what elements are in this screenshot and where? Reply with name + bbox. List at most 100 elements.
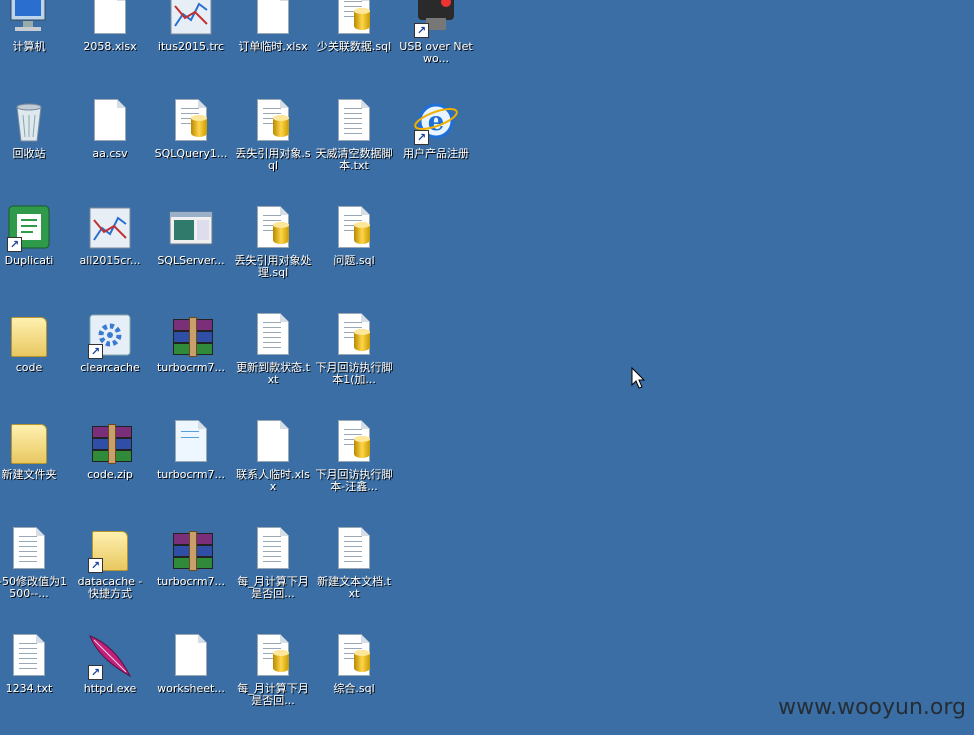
sql-file-icon [330, 418, 378, 466]
notepad-file-icon [167, 418, 215, 466]
desktop-icon[interactable]: code [0, 307, 68, 414]
desktop-icon-label: aa.csv [92, 147, 128, 160]
desktop-icon[interactable]: turbocrm7... [152, 521, 230, 628]
desktop-icon[interactable]: ↗ Duplicati [0, 200, 68, 307]
blank-file-icon [249, 0, 297, 38]
desktop-icon[interactable]: 1234.txt [0, 628, 68, 735]
sql-file-icon [330, 204, 378, 252]
desktop-icon[interactable]: ↗ datacache - 快捷方式 [71, 521, 149, 628]
folder-icon [5, 311, 53, 359]
desktop-icon-label: 1234.txt [5, 682, 53, 695]
desktop-icon[interactable]: 更新到款状态.txt [234, 307, 312, 414]
desktop-icon-label: code [15, 361, 43, 374]
desktop-icon[interactable]: SQLQuery1... [152, 93, 230, 200]
desktop-icon-label: SQLQuery1... [154, 147, 228, 160]
desktop-icon[interactable]: 下月回访执行脚本-汪鑫... [315, 414, 393, 521]
mouse-cursor-icon [631, 367, 646, 389]
icon-column-1: 计算机回收站 ↗ Duplicati code 新建文件夹 2-50修改值为1500--.… [0, 0, 68, 735]
sql-file-icon [249, 632, 297, 680]
text-file-icon [330, 525, 378, 573]
desktop-icon[interactable]: all2015cr... [71, 200, 149, 307]
desktop-icon[interactable]: 综合.sql [315, 628, 393, 735]
icon-column-4: 订单临时.xlsx 丢失引用对象.sql 丢失引用对象处理.sql 更新到款状态.tx… [234, 0, 312, 735]
desktop-icon[interactable]: aa.csv [71, 93, 149, 200]
desktop-icon[interactable]: ↗ clearcache [71, 307, 149, 414]
desktop-icon-label: all2015cr... [79, 254, 141, 267]
duplicati-icon: ↗ [5, 204, 53, 252]
desktop-icon-label: 下月回访执行脚本-汪鑫... [315, 468, 393, 493]
desktop-icon-label: 计算机 [12, 40, 46, 53]
desktop-icon[interactable]: 每_月计算下月是否回... [234, 628, 312, 735]
desktop-icon[interactable]: ↗ httpd.exe [71, 628, 149, 735]
shortcut-arrow-icon: ↗ [88, 665, 103, 680]
desktop-icon[interactable]: 天威清空数据脚本.txt [315, 93, 393, 200]
sql-file-icon [249, 97, 297, 145]
desktop-icon-label: 丢失引用对象.sql [235, 147, 311, 172]
desktop-icon[interactable]: 新建文件夹 [0, 414, 68, 521]
settings-app-icon: ↗ [86, 311, 134, 359]
desktop-icon[interactable]: 丢失引用对象处理.sql [234, 200, 312, 307]
feather-icon: ↗ [86, 632, 134, 680]
text-file-icon [5, 632, 53, 680]
blank-file-icon [249, 418, 297, 466]
sql-server-icon [167, 204, 215, 252]
text-file-icon [249, 311, 297, 359]
desktop-icon[interactable]: 联系人临时.xlsx [234, 414, 312, 521]
desktop-icon[interactable]: ↗ USB over Netwo... [397, 0, 475, 93]
watermark: www.wooyun.org [778, 695, 966, 720]
blank-file-icon [86, 97, 134, 145]
desktop-icon[interactable]: turbocrm7... [152, 414, 230, 521]
desktop-icon[interactable]: e ↗ 用户产品注册 [397, 93, 475, 200]
sql-file-icon [167, 97, 215, 145]
desktop-icon-label: 下月回访执行脚本1(加... [315, 361, 393, 386]
blank-file-icon [86, 0, 134, 38]
desktop-icon[interactable]: 2058.xlsx [71, 0, 149, 93]
desktop-icon[interactable]: 计算机 [0, 0, 68, 93]
sql-file-icon [249, 204, 297, 252]
desktop-icon[interactable]: 新建文本文档.txt [315, 521, 393, 628]
desktop-icon[interactable]: 下月回访执行脚本1(加... [315, 307, 393, 414]
desktop-icon[interactable]: turbocrm7... [152, 307, 230, 414]
desktop-icon[interactable]: 2-50修改值为1500--... [0, 521, 68, 628]
shortcut-arrow-icon: ↗ [88, 558, 103, 573]
desktop-icon-label: USB over Netwo... [399, 40, 473, 65]
trace-file-icon [86, 204, 134, 252]
desktop-icon-label: 2058.xlsx [83, 40, 137, 53]
text-file-icon [5, 525, 53, 573]
sql-file-icon [330, 632, 378, 680]
icon-column-6: ↗ USB over Netwo... e ↗ 用户产品注册 [397, 0, 475, 200]
desktop-icon[interactable]: worksheet... [152, 628, 230, 735]
desktop-icon-label: turbocrm7... [156, 361, 226, 374]
desktop-icon-label: 2-50修改值为1500--... [0, 575, 67, 600]
usb-network-icon: ↗ [412, 0, 460, 38]
desktop-icon[interactable]: 丢失引用对象.sql [234, 93, 312, 200]
shortcut-arrow-icon: ↗ [7, 237, 22, 252]
desktop-icon-label: worksheet... [157, 682, 225, 695]
desktop-icon[interactable]: 订单临时.xlsx [234, 0, 312, 93]
icon-column-3: itus2015.trc SQLQuery1... SQLServer... turb… [152, 0, 230, 735]
desktop-icon-label: 问题.sql [333, 254, 375, 267]
sql-file-icon [330, 0, 378, 38]
desktop-icon[interactable]: SQLServer... [152, 200, 230, 307]
desktop-icon-label: 订单临时.xlsx [238, 40, 308, 53]
blank-file-icon [167, 632, 215, 680]
computer-icon [5, 0, 53, 38]
desktop-icon-label: itus2015.trc [157, 40, 225, 53]
desktop-icon[interactable]: itus2015.trc [152, 0, 230, 93]
desktop-icon[interactable]: 问题.sql [315, 200, 393, 307]
desktop-icon-label: 综合.sql [333, 682, 375, 695]
desktop-icon[interactable]: 每_月计算下月是否回... [234, 521, 312, 628]
desktop-icon[interactable]: 回收站 [0, 93, 68, 200]
desktop-icon-label: SQLServer... [157, 254, 225, 267]
desktop-icon[interactable]: code.zip [71, 414, 149, 521]
recycle-bin-icon [5, 97, 53, 145]
desktop-icon[interactable]: 少关联数据.sql [315, 0, 393, 93]
rar-archive-icon [86, 418, 134, 466]
rar-archive-icon [167, 311, 215, 359]
desktop-icon-label: Duplicati [4, 254, 54, 267]
desktop-icon-label: 天威清空数据脚本.txt [315, 147, 393, 172]
desktop-icon-label: 丢失引用对象处理.sql [234, 254, 312, 279]
desktop-icon-label: 回收站 [12, 147, 46, 160]
desktop-icon-label: 新建文件夹 [1, 468, 57, 481]
desktop[interactable]: 计算机回收站 ↗ Duplicati code 新建文件夹 2-50修改值为1500--.… [0, 0, 974, 732]
